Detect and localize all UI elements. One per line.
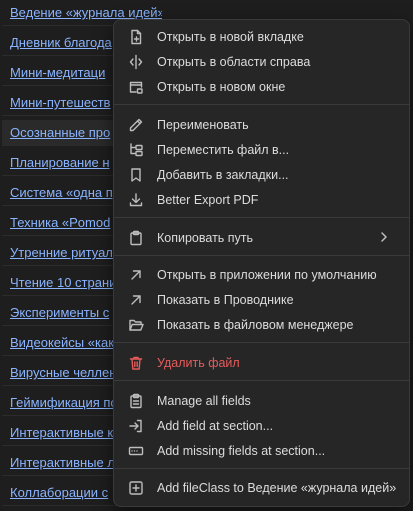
download-icon [128, 192, 144, 208]
better-export-pdf-item[interactable]: Better Export PDF [120, 187, 403, 212]
arrow-up-right-icon [128, 292, 144, 308]
input-field-icon [128, 443, 144, 459]
copy-path-item[interactable]: Копировать путь [120, 225, 403, 250]
show-in-explorer-label: Показать в Проводнике [157, 292, 294, 307]
rename-item[interactable]: Переименовать [120, 112, 403, 137]
file-plus-icon [128, 29, 144, 45]
open-new-tab-item[interactable]: Открыть в новой вкладке [120, 24, 403, 49]
separator [114, 104, 409, 105]
show-in-file-manager-label: Показать в файловом менеджере [157, 317, 354, 332]
plus-square-icon [128, 480, 144, 496]
move-file-label: Переместить файл в... [157, 142, 290, 157]
delete-file-label: Удалить файл [157, 355, 240, 370]
separator [114, 217, 409, 218]
show-in-explorer-item[interactable]: Показать в Проводнике [120, 287, 403, 312]
trash-icon [128, 355, 144, 371]
add-missing-fields-item[interactable]: Add missing fields at section... [120, 438, 403, 463]
add-field-at-section-item[interactable]: Add field at section... [120, 413, 403, 438]
clipboard-icon [128, 230, 144, 246]
separator [114, 468, 409, 469]
separator [114, 255, 409, 256]
open-new-window-label: Открыть в новом окне [157, 79, 286, 94]
open-right-label: Открыть в области справа [157, 54, 311, 69]
split-code-icon [128, 54, 144, 70]
context-menu: Открыть в новой вкладке Открыть в област… [113, 19, 410, 507]
log-in-icon [128, 418, 144, 434]
add-field-at-section-label: Add field at section... [157, 418, 274, 433]
open-new-window-item[interactable]: Открыть в новом окне [120, 74, 403, 99]
clipboard-list-icon [128, 393, 144, 409]
chevron-right-icon [377, 230, 391, 244]
window-icon [128, 79, 144, 95]
add-fileclass-item[interactable]: Add fileClass to Ведение «журнала идей» [120, 475, 403, 500]
add-missing-fields-label: Add missing fields at section... [157, 443, 326, 458]
bookmark-icon [128, 167, 144, 183]
open-default-app-label: Открыть в приложении по умолчанию [157, 267, 377, 282]
show-in-file-manager-item[interactable]: Показать в файловом менеджере [120, 312, 403, 337]
open-default-app-item[interactable]: Открыть в приложении по умолчанию [120, 262, 403, 287]
manage-all-fields-item[interactable]: Manage all fields [120, 388, 403, 413]
add-bookmark-label: Добавить в закладки... [157, 167, 289, 182]
delete-file-item[interactable]: Удалить файл [120, 350, 403, 375]
add-bookmark-item[interactable]: Добавить в закладки... [120, 162, 403, 187]
better-export-pdf-label: Better Export PDF [157, 192, 259, 207]
copy-path-label: Копировать путь [157, 230, 254, 245]
move-file-item[interactable]: Переместить файл в... [120, 137, 403, 162]
open-new-tab-label: Открыть в новой вкладке [157, 29, 304, 44]
manage-all-fields-label: Manage all fields [157, 393, 251, 408]
folder-open-icon [128, 317, 144, 333]
folder-tree-icon [128, 142, 144, 158]
rename-label: Переименовать [157, 117, 249, 132]
open-right-item[interactable]: Открыть в области справа [120, 49, 403, 74]
add-fileclass-label: Add fileClass to Ведение «журнала идей» [157, 480, 397, 495]
arrow-up-right-icon [128, 267, 144, 283]
pencil-icon [128, 117, 144, 133]
separator [114, 380, 409, 381]
separator [114, 342, 409, 343]
